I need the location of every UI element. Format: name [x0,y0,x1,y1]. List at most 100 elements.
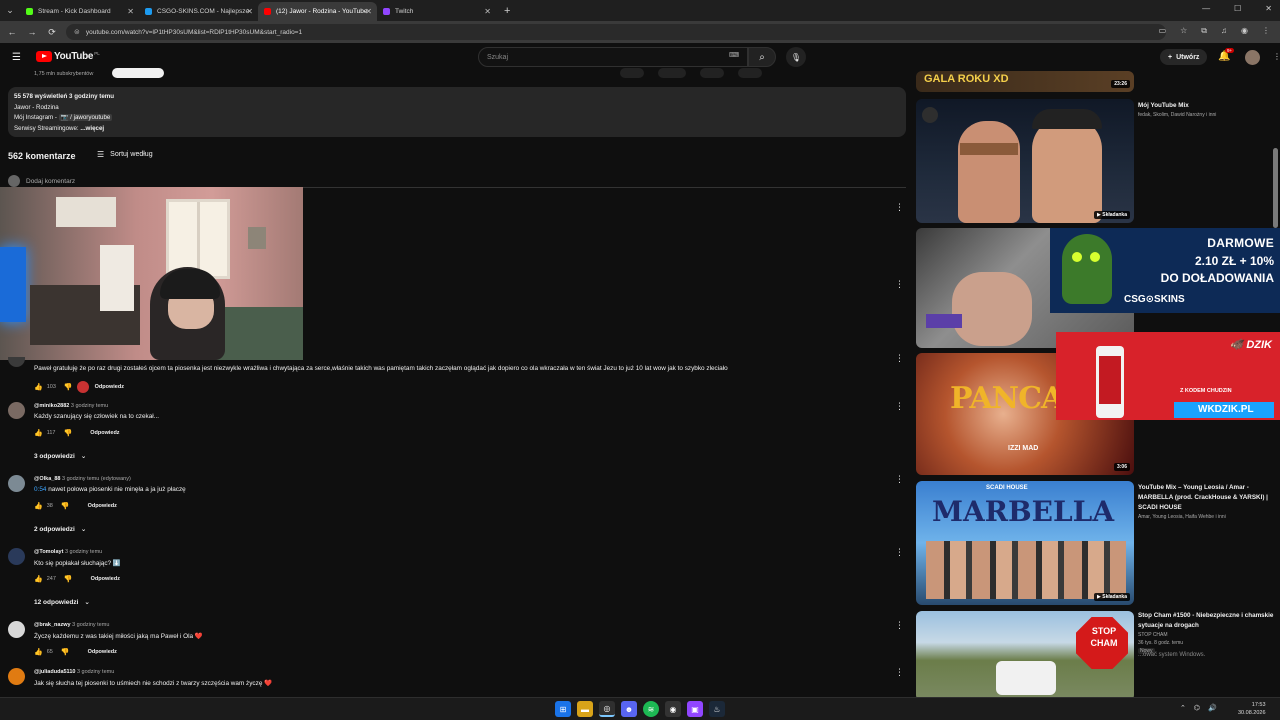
show-replies-button[interactable]: 2 odpowiedzi ⌄ [34,525,86,534]
commenter-avatar[interactable] [8,621,25,638]
commenter-avatar[interactable] [8,402,25,419]
network-icon[interactable]: ⌬ [1194,704,1200,712]
new-tab-icon[interactable]: + [504,5,510,17]
commenter-avatar[interactable] [8,548,25,565]
reply-button[interactable]: Odpowiedz [88,503,117,509]
comment-author[interactable]: @Olka_88 [34,476,60,482]
comment-menu-icon[interactable]: ⋮ [895,401,904,412]
start-menu-icon[interactable]: ⊞ [555,701,571,717]
chrome-icon[interactable]: ◎ [599,701,615,717]
youtube-logo[interactable]: YouTube PL [36,51,100,62]
forward-arrow-icon[interactable]: → [24,27,40,37]
save-button[interactable] [699,68,724,78]
sort-comments-button[interactable]: ☰ Sortuj według [97,150,153,159]
thumbs-down-icon[interactable]: 👎 [64,429,73,437]
url-field[interactable]: ⊜ youtube.com/watch?v=lP1tHP30sUM&list=R… [66,24,1166,40]
instagram-link[interactable]: 📷 / jaworyoutube [58,114,113,121]
obs-icon[interactable]: ◉ [665,701,681,717]
discord-icon[interactable]: ☻ [621,701,637,717]
thumbs-up-icon[interactable]: 👍 [34,383,43,391]
video-info[interactable]: YouTube Mix – Young Leosia / Amar - MARB… [1138,483,1278,521]
thumbs-down-icon[interactable]: 👎 [64,383,73,391]
thumbs-up-icon[interactable]: 👍 [34,575,43,583]
commenter-avatar[interactable] [8,475,25,492]
spotify-icon[interactable]: ≋ [643,701,659,717]
comment-menu-icon[interactable]: ⋮ [895,353,904,364]
reply-button[interactable]: Odpowiedz [95,384,124,390]
comment-menu-icon[interactable]: ⋮ [895,667,904,678]
account-avatar[interactable] [1245,50,1260,65]
show-more-link[interactable]: ...więcej [80,125,104,132]
cast-icon[interactable]: ▭ [1159,26,1167,36]
bookmark-star-icon[interactable]: ☆ [1180,26,1187,36]
search-input[interactable]: Szukaj [478,47,748,67]
show-replies-button[interactable]: 3 odpowiedzi ⌄ [34,452,86,461]
like-button[interactable] [620,68,645,78]
voice-search-button[interactable]: 🎙 [786,47,806,67]
close-tab-icon[interactable]: ✕ [484,7,491,16]
file-explorer-icon[interactable]: ▬ [577,701,593,717]
video-title[interactable]: YouTube Mix – Young Leosia / Amar - MARB… [1138,483,1278,513]
browser-tab-youtube[interactable]: (12) Jawor - Rodzina - YouTube ✕ [258,2,377,21]
subscribe-button[interactable] [112,68,164,78]
add-comment-row[interactable]: Dodaj komentarz [8,175,75,187]
profile-icon[interactable]: ◉ [1241,26,1248,36]
tray-chevron-icon[interactable]: ⌃ [1180,704,1186,712]
twitch-app-icon[interactable]: ▣ [687,701,703,717]
page-scrollbar[interactable] [1273,148,1278,228]
video-thumbnail[interactable]: STOP CHAM [916,611,1134,701]
close-tab-icon[interactable]: ✕ [127,7,134,16]
comment-menu-icon[interactable]: ⋮ [895,474,904,485]
comment-author[interactable]: @juliaduda5110 [34,669,75,675]
video-thumbnail[interactable]: GALA ROKU XD 23:26 [916,71,1134,92]
browser-menu-icon[interactable]: ⋮ [1262,26,1270,36]
mix-thumbnail[interactable]: ▶ Składanka [916,99,1134,223]
close-tab-icon[interactable]: ✕ [246,7,253,16]
add-comment-input[interactable]: Dodaj komentarz [26,178,75,185]
tab-search-icon[interactable]: ⌄ [0,0,20,21]
comment-menu-icon[interactable]: ⋮ [895,620,904,631]
video-info[interactable]: Stop Cham #1500 - Niebezpieczne i chamsk… [1138,611,1278,655]
commenter-avatar[interactable] [8,357,25,367]
video-title[interactable]: Stop Cham #1500 - Niebezpieczne i chamsk… [1138,611,1278,631]
maximize-icon[interactable]: ☐ [1234,4,1241,13]
share-button[interactable] [658,68,686,78]
thumbs-down-icon[interactable]: 👎 [61,648,70,656]
comment-menu-icon[interactable]: ⋮ [895,279,904,290]
reply-button[interactable]: Odpowiedz [90,430,119,436]
comment-author[interactable]: @miniko2882 [34,403,69,409]
thumbs-down-icon[interactable]: 👎 [61,502,70,510]
thumbs-up-icon[interactable]: 👍 [34,502,43,510]
hamburger-menu-icon[interactable]: ☰ [12,52,21,63]
thumbs-up-icon[interactable]: 👍 [34,429,43,437]
comment-menu-icon[interactable]: ⋮ [895,547,904,558]
site-info-icon[interactable]: ⊜ [74,28,80,36]
reply-button[interactable]: Odpowiedz [91,576,120,582]
back-arrow-icon[interactable]: ← [4,27,20,37]
show-replies-button[interactable]: 12 odpowiedzi ⌄ [34,598,90,607]
browser-tab-kick[interactable]: Stream - Kick Dashboard ✕ [20,2,139,21]
volume-icon[interactable]: 🔊 [1208,704,1217,712]
comment-author[interactable]: @Tomolayt [34,549,63,555]
commenter-avatar[interactable] [8,668,25,685]
more-actions-button[interactable] [737,68,762,78]
reply-button[interactable]: Odpowiedz [88,649,117,655]
search-button[interactable]: ⌕ [748,47,776,67]
create-button[interactable]: + Utwórz [1160,49,1208,65]
browser-tab-csgoskins[interactable]: CSGO-SKINS.COM - Najlepsze ✕ [139,2,258,21]
timestamp-link[interactable]: 0:54 [34,486,46,493]
mix-thumbnail[interactable]: SCADI HOUSE MARBELLA ▶ Składanka [916,481,1134,605]
close-tab-icon[interactable]: ✕ [365,7,372,16]
thumbs-up-icon[interactable]: 👍 [34,648,43,656]
reload-icon[interactable]: ⟳ [44,27,60,38]
taskbar-clock[interactable]: 17:53 30.08.2026 [1238,701,1266,717]
comment-menu-icon[interactable]: ⋮ [895,202,904,213]
thumbs-down-icon[interactable]: 👎 [64,575,73,583]
keyboard-icon[interactable]: ⌨ [729,51,739,59]
steam-icon[interactable]: ♨ [709,701,725,717]
sidebar-menu-icon[interactable]: ⋮ [1273,52,1280,61]
browser-tab-twitch[interactable]: Twitch ✕ [377,2,496,21]
comment-author[interactable]: @brak_nazwy [34,622,71,628]
close-window-icon[interactable]: ✕ [1265,4,1272,13]
media-icon[interactable]: ♫ [1221,26,1227,36]
